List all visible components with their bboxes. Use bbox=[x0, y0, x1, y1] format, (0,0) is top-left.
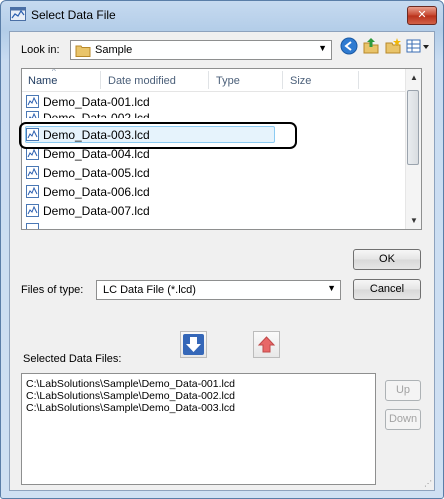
new-folder-icon[interactable] bbox=[384, 37, 402, 55]
file-row[interactable]: Demo_Data-001.lcd bbox=[26, 93, 286, 111]
close-icon: ✕ bbox=[417, 9, 427, 21]
selected-file-item[interactable]: C:\LabSolutions\Sample\Demo_Data-001.lcd bbox=[26, 378, 235, 390]
scroll-down-icon[interactable]: ▼ bbox=[410, 216, 418, 225]
arrow-down-icon bbox=[183, 334, 204, 355]
file-name: Demo_Data-006.lcd bbox=[43, 185, 150, 199]
dialog-body: Look in: Sample ▼ Name ^ Date modified T… bbox=[9, 31, 435, 491]
window-title: Select Data File bbox=[31, 8, 116, 22]
file-row[interactable]: Demo_Data-007.lcd bbox=[26, 202, 286, 220]
annotation-highlight-ring bbox=[19, 122, 297, 149]
file-row[interactable]: Demo_Data-006.lcd bbox=[26, 183, 286, 201]
selected-file-item[interactable]: C:\LabSolutions\Sample\Demo_Data-002.lcd bbox=[26, 390, 235, 402]
move-up-button[interactable]: Up bbox=[385, 380, 421, 401]
column-header-type[interactable]: Type bbox=[216, 75, 240, 87]
data-file-icon bbox=[26, 95, 39, 108]
cancel-button[interactable]: Cancel bbox=[353, 279, 421, 300]
file-row[interactable]: Demo_Data-005.lcd bbox=[26, 164, 286, 182]
file-row-partial[interactable] bbox=[26, 221, 286, 229]
data-file-icon bbox=[26, 204, 39, 217]
remove-from-selection-button[interactable] bbox=[253, 331, 280, 358]
ok-button[interactable]: OK bbox=[353, 249, 421, 270]
files-of-type-value: LC Data File (*.lcd) bbox=[103, 284, 196, 296]
look-in-label: Look in: bbox=[21, 44, 60, 56]
file-list[interactable]: Name ^ Date modified Type Size Demo_Data… bbox=[21, 68, 422, 230]
file-name: Demo_Data-005.lcd bbox=[43, 166, 150, 180]
select-data-file-dialog: Select Data File ✕ Look in: Sample ▼ Nam… bbox=[0, 0, 444, 499]
sort-ascending-icon: ^ bbox=[52, 68, 56, 76]
scroll-up-icon[interactable]: ▲ bbox=[410, 73, 418, 82]
folder-icon bbox=[75, 45, 91, 57]
file-name: Demo_Data-004.lcd bbox=[43, 147, 150, 161]
files-of-type-combo[interactable]: LC Data File (*.lcd) ▼ bbox=[96, 280, 341, 300]
column-header-size[interactable]: Size bbox=[290, 75, 311, 87]
move-down-button[interactable]: Down bbox=[385, 409, 421, 430]
look-in-combo[interactable]: Sample ▼ bbox=[70, 40, 332, 60]
look-in-value: Sample bbox=[95, 44, 133, 56]
chevron-down-icon: ▼ bbox=[327, 283, 336, 293]
selected-files-list[interactable]: C:\LabSolutions\Sample\Demo_Data-001.lcd… bbox=[21, 373, 376, 485]
file-name: Demo_Data-007.lcd bbox=[43, 204, 150, 218]
up-folder-icon[interactable] bbox=[362, 37, 380, 55]
column-header-date[interactable]: Date modified bbox=[108, 75, 176, 87]
arrow-up-icon bbox=[257, 336, 276, 353]
file-name: Demo_Data-001.lcd bbox=[43, 95, 150, 109]
selected-file-item[interactable]: C:\LabSolutions\Sample\Demo_Data-003.lcd bbox=[26, 402, 235, 414]
back-icon[interactable] bbox=[340, 37, 358, 55]
view-menu-icon[interactable] bbox=[406, 37, 430, 55]
files-of-type-label: Files of type: bbox=[21, 284, 84, 296]
file-list-scrollbar[interactable]: ▲ ▼ bbox=[405, 69, 421, 229]
data-file-icon bbox=[26, 166, 39, 179]
scrollbar-thumb[interactable] bbox=[407, 90, 419, 165]
title-bar[interactable]: Select Data File ✕ bbox=[1, 1, 443, 29]
data-file-icon bbox=[26, 185, 39, 198]
selected-data-files-label: Selected Data Files: bbox=[23, 353, 122, 365]
resize-grip-icon[interactable]: ⋰ bbox=[424, 479, 432, 488]
app-icon bbox=[10, 7, 26, 21]
data-file-icon bbox=[26, 223, 39, 229]
column-header-row: Name ^ Date modified Type Size bbox=[22, 69, 406, 92]
chevron-down-icon: ▼ bbox=[318, 43, 327, 53]
column-header-name[interactable]: Name bbox=[28, 75, 57, 87]
close-button[interactable]: ✕ bbox=[407, 6, 437, 25]
add-to-selection-button[interactable] bbox=[180, 331, 207, 358]
